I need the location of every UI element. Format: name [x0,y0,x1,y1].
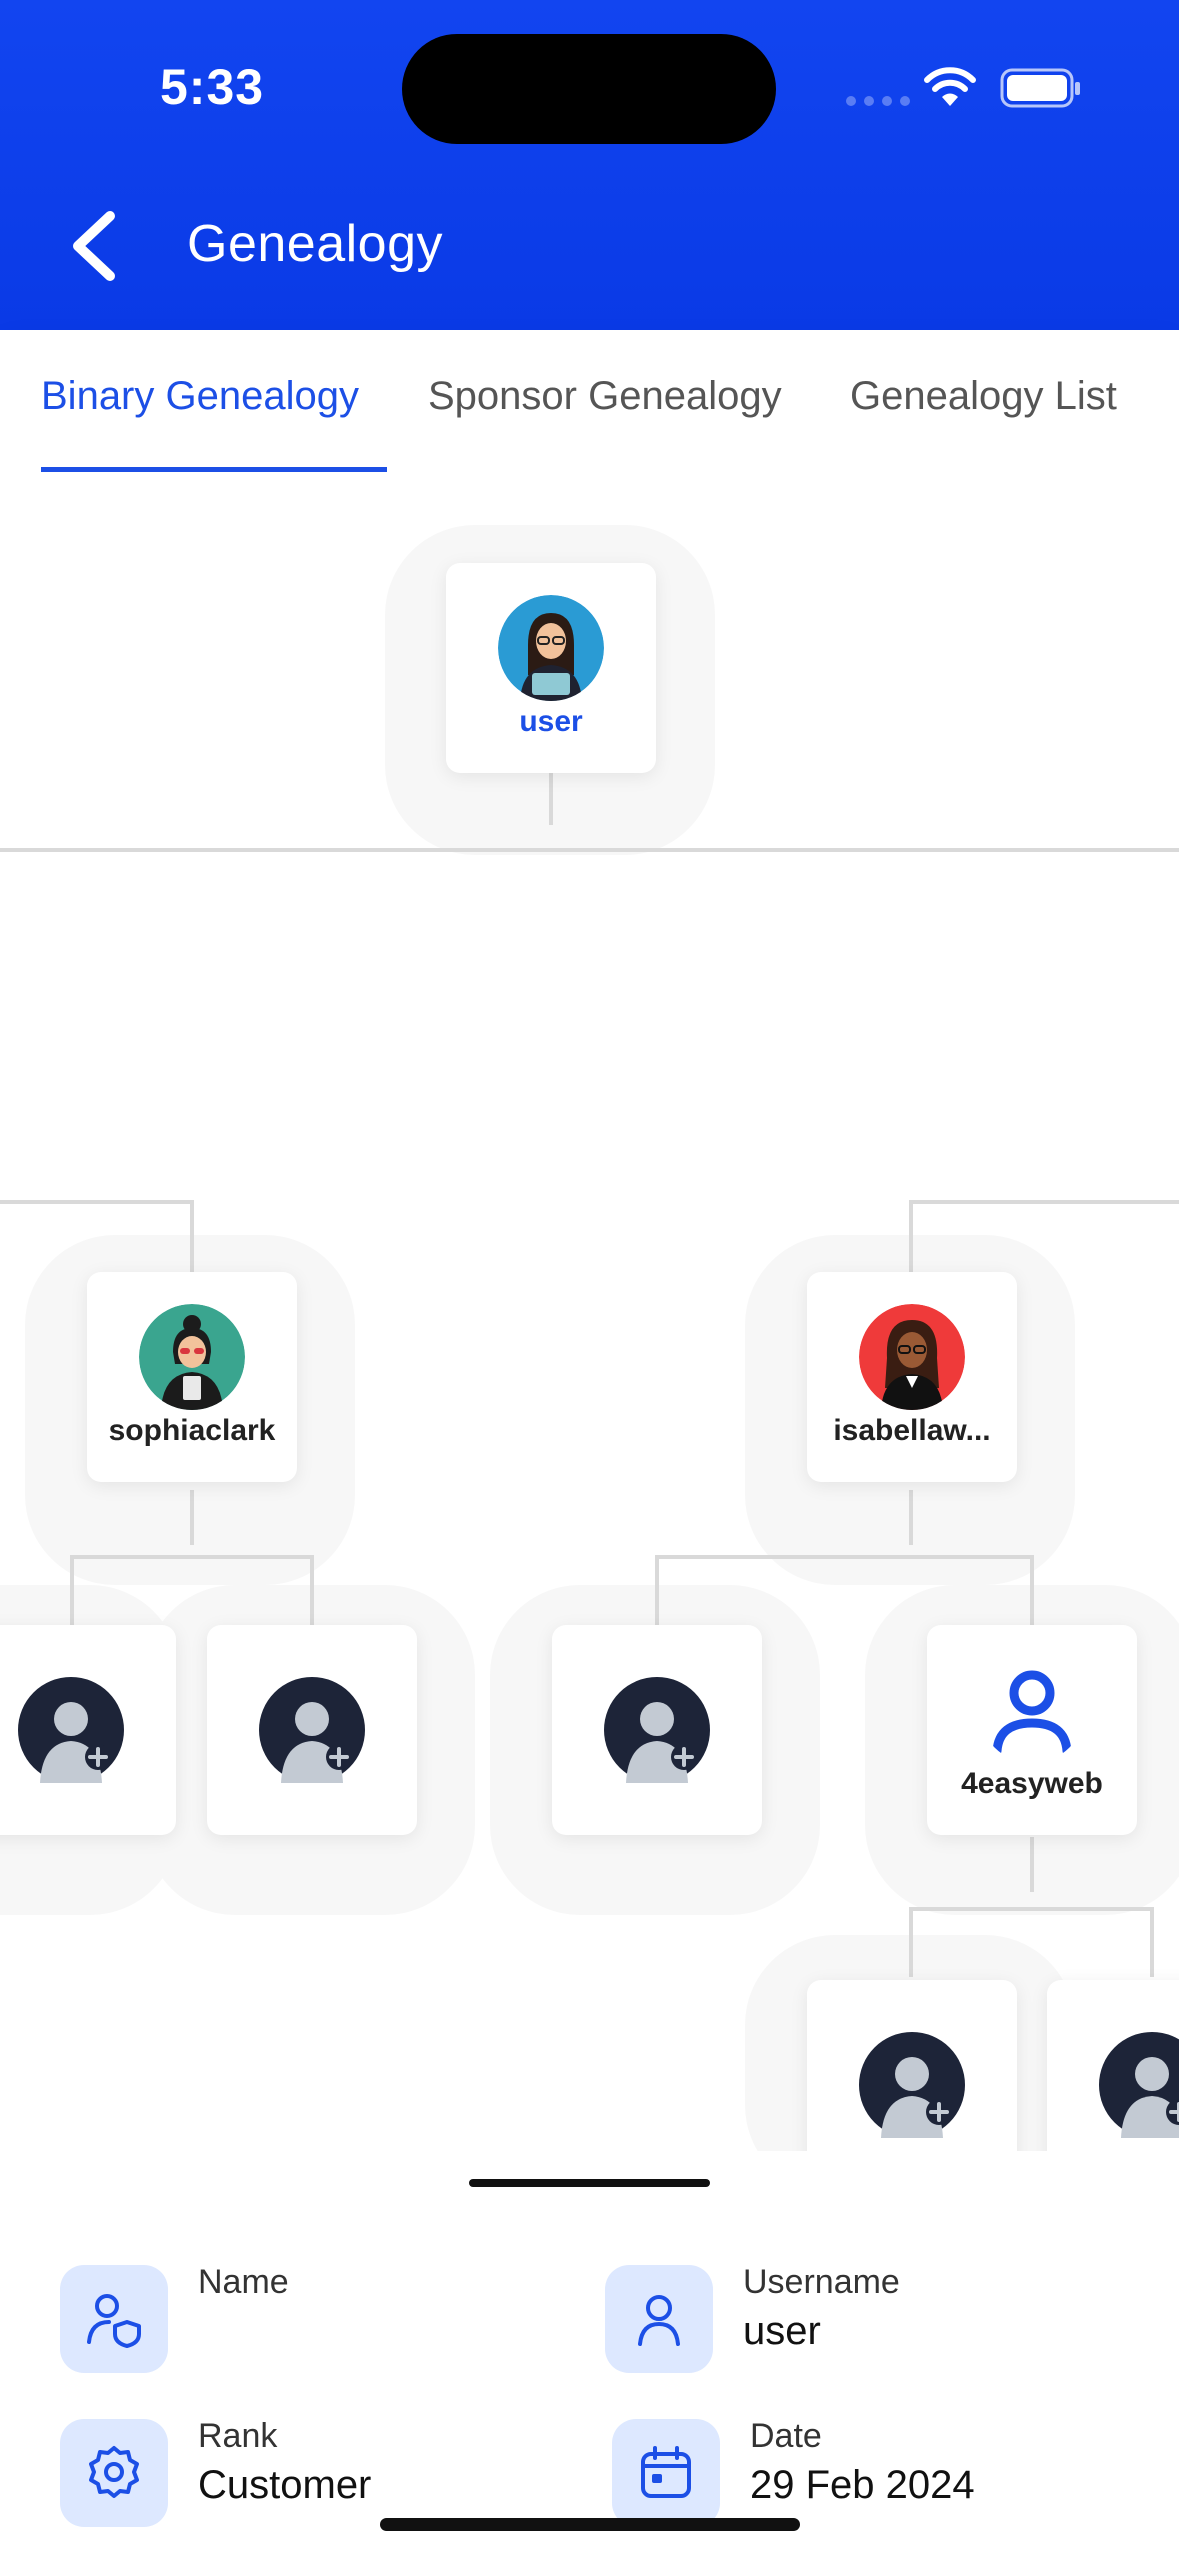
status-time: 5:33 [160,59,265,115]
sheet-grabber[interactable] [469,2179,710,2187]
tree-node-username: user [519,705,583,738]
date-label: Date [750,2417,822,2455]
add-member-icon [859,2032,965,2138]
page-title: Genealogy [187,215,444,273]
dynamic-island [402,34,776,144]
isabella-avatar [859,1304,965,1410]
binary-tree-canvas[interactable]: user sophiaclark isabellaw... 4easyweb [0,475,1179,2151]
sophiaclark-avatar [139,1304,245,1410]
wifi-icon [924,67,976,106]
add-member-icon [604,1677,710,1783]
tree-node-empty[interactable] [552,1625,762,1835]
tree-node-4easyweb[interactable]: 4easyweb [927,1625,1137,1835]
tree-node-username: 4easyweb [961,1767,1103,1800]
name-label: Name [198,2263,289,2301]
tree-node-username: sophiaclark [108,1414,276,1447]
user-avatar [498,595,604,701]
username-icon [605,2265,713,2373]
name-shield-icon [60,2265,168,2373]
username-value: user [743,2309,821,2353]
app-header: 5:33 Genealogy [0,0,1179,330]
rank-value: Customer [198,2463,372,2507]
date-value: 29 Feb 2024 [750,2463,975,2507]
tree-node-username: isabellaw... [833,1414,991,1447]
tree-node-sophiaclark[interactable]: sophiaclark [87,1272,297,1482]
back-button[interactable] [66,206,126,286]
tree-node-empty[interactable] [207,1625,417,1835]
active-tab-indicator [41,467,387,472]
tree-node-empty[interactable] [807,1980,1017,2151]
rank-badge-icon [60,2419,168,2527]
tab-binary-genealogy[interactable]: Binary Genealogy [41,374,359,419]
battery-icon [1000,68,1080,108]
tree-node-empty[interactable] [0,1625,176,1835]
add-member-icon [1099,2032,1179,2138]
calendar-icon [612,2419,720,2527]
add-member-icon [259,1677,365,1783]
home-indicator [380,2518,800,2531]
tree-node-root[interactable]: user [446,563,656,773]
cellular-signal-icon [846,96,910,106]
add-member-icon [18,1677,124,1783]
tab-genealogy-list[interactable]: Genealogy List [850,374,1117,419]
tab-sponsor-genealogy[interactable]: Sponsor Genealogy [428,374,782,419]
tab-bar: Binary Genealogy Sponsor Genealogy Genea… [0,330,1179,475]
member-details-sheet: Name Username user Rank Customer Date 29… [0,2151,1179,2556]
user-outline-icon [992,1670,1072,1756]
username-label: Username [743,2263,900,2301]
tree-node-empty[interactable] [1047,1980,1179,2151]
rank-label: Rank [198,2417,278,2455]
tree-node-isabella[interactable]: isabellaw... [807,1272,1017,1482]
